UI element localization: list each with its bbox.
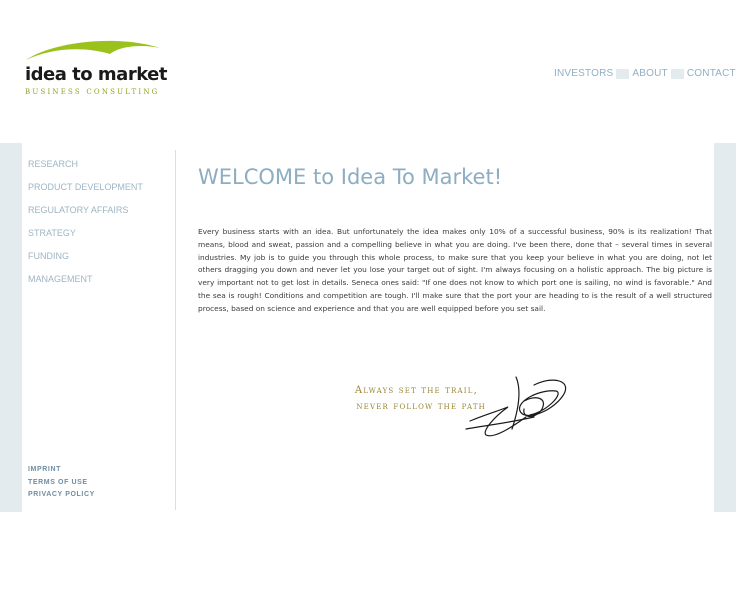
sidebar: RESEARCH PRODUCT DEVELOPMENT REGULATORY … bbox=[22, 143, 175, 512]
motto: Always set the trail, never follow the p… bbox=[318, 383, 485, 415]
signature-image bbox=[465, 376, 567, 437]
page-title: WELCOME to Idea To Market! bbox=[198, 165, 503, 189]
page-footer-area bbox=[0, 512, 736, 599]
sidebar-item-research[interactable]: RESEARCH bbox=[28, 157, 143, 180]
nav-separator bbox=[616, 68, 630, 79]
footer-link-privacy-policy[interactable]: PRIVACY POLICY bbox=[28, 489, 95, 502]
sidebar-item-regulatory-affairs[interactable]: REGULATORY AFFAIRS bbox=[28, 203, 143, 226]
footer-links: IMPRINT TERMS OF USE PRIVACY POLICY bbox=[28, 464, 95, 502]
main-content: WELCOME to Idea To Market! Every busines… bbox=[198, 143, 712, 512]
nav-about-link[interactable]: ABOUT bbox=[632, 68, 667, 79]
frame-left-border bbox=[0, 143, 22, 512]
sidebar-divider bbox=[175, 150, 176, 510]
motto-line-1: Always set the trail, bbox=[354, 385, 478, 396]
footer-link-imprint[interactable]: IMPRINT bbox=[28, 464, 95, 477]
frame-right-border bbox=[714, 143, 736, 512]
nav-separator bbox=[670, 68, 684, 79]
logo[interactable]: idea to market BUSINESS CONSULTING bbox=[24, 36, 168, 100]
nav-contact-link[interactable]: CONTACT bbox=[687, 68, 736, 79]
intro-paragraph: Every business starts with an idea. But … bbox=[198, 227, 712, 313]
sidebar-navigation: RESEARCH PRODUCT DEVELOPMENT REGULATORY … bbox=[28, 157, 143, 295]
footer-link-terms-of-use[interactable]: TERMS OF USE bbox=[28, 477, 95, 490]
sidebar-item-funding[interactable]: FUNDING bbox=[28, 249, 143, 272]
sidebar-item-strategy[interactable]: STRATEGY bbox=[28, 226, 143, 249]
sidebar-item-product-development[interactable]: PRODUCT DEVELOPMENT bbox=[28, 180, 143, 203]
logo-swoosh-icon bbox=[26, 40, 160, 60]
motto-line-2: never follow the path bbox=[356, 401, 486, 412]
sidebar-item-management[interactable]: MANAGEMENT bbox=[28, 272, 143, 295]
top-navigation: INVESTORS ABOUT CONTACT bbox=[554, 68, 736, 79]
logo-title: idea to market bbox=[25, 64, 168, 85]
nav-investors-link[interactable]: INVESTORS bbox=[554, 68, 613, 79]
logo-subtitle: BUSINESS CONSULTING bbox=[25, 88, 160, 96]
